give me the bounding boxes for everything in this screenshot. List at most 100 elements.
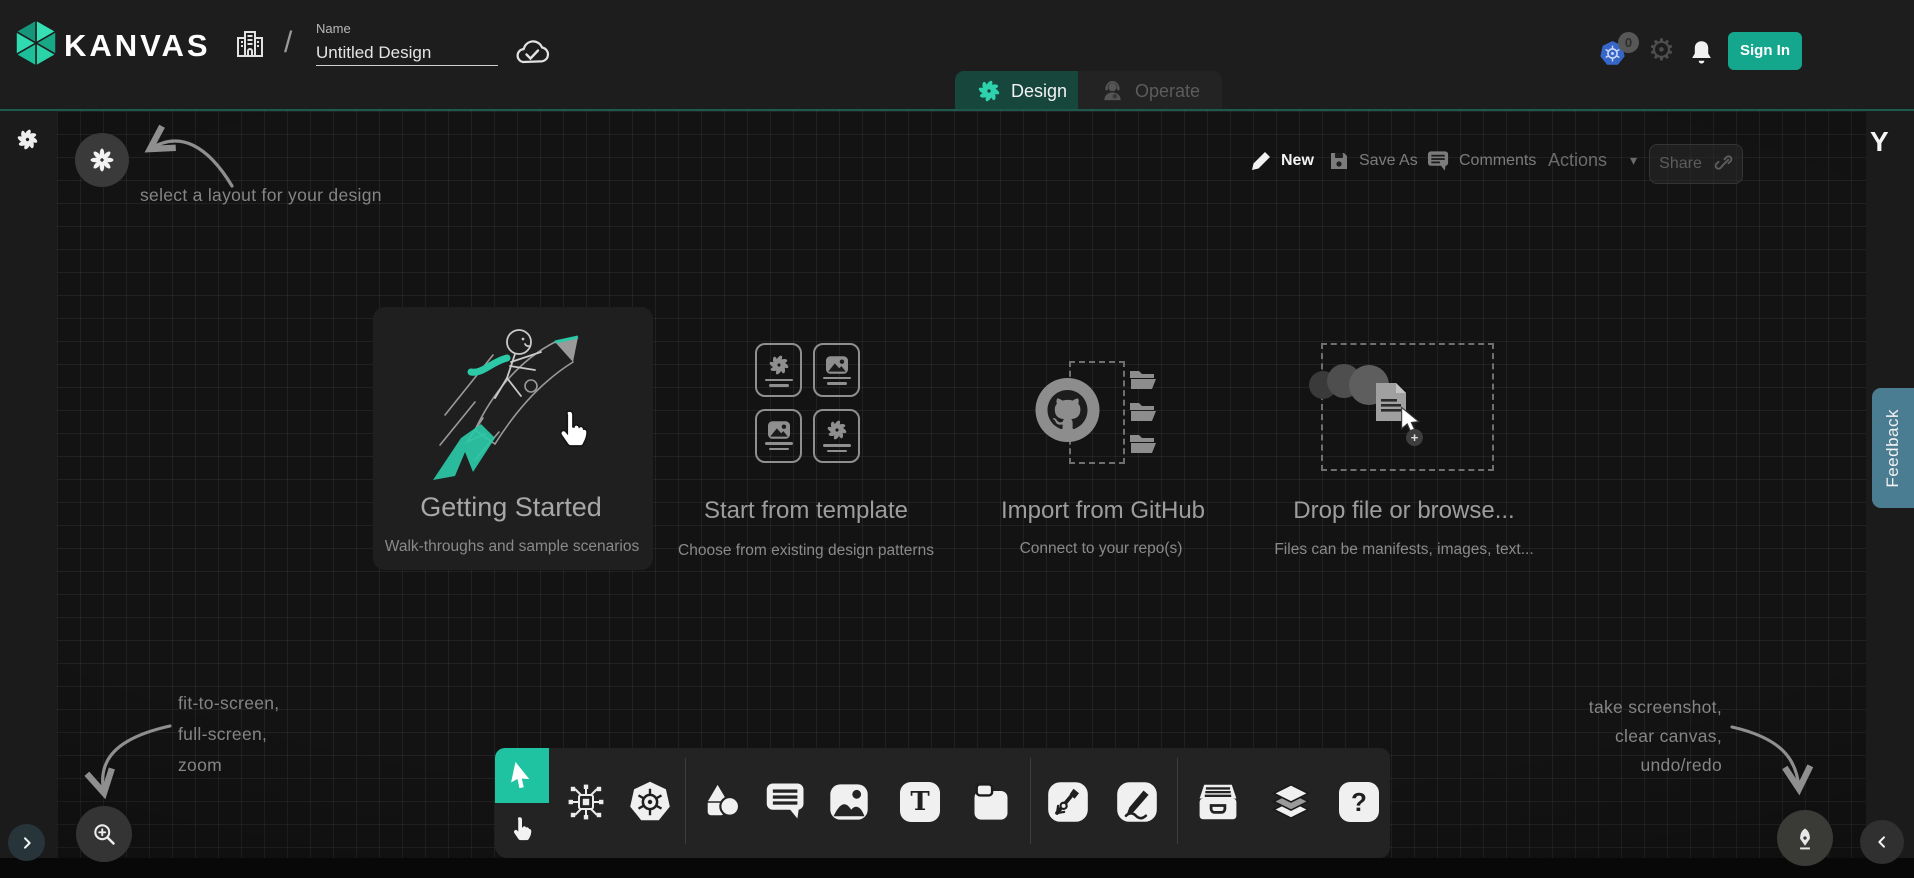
toolbar-divider — [1177, 758, 1178, 844]
ui-frame-tool[interactable] — [969, 780, 1013, 824]
annotation-layout: select a layout for your design — [140, 185, 382, 206]
hand-cursor — [552, 406, 594, 458]
card-subtitle-drop-file: Files can be manifests, images, text... — [1274, 541, 1533, 559]
kubernetes-wheel-icon — [628, 780, 672, 824]
brand-wordmark: KANVAS — [64, 28, 211, 64]
drawer-icon — [1195, 780, 1241, 824]
card-start-from-template[interactable] — [755, 343, 860, 463]
repo-folder-icon — [1127, 366, 1160, 390]
card-subtitle-github: Connect to your repo(s) — [1020, 540, 1183, 558]
card-subtitle-getting-started: Walk-throughs and sample scenarios — [385, 538, 639, 556]
new-button[interactable]: New — [1250, 150, 1314, 172]
pan-tool[interactable] — [495, 803, 549, 858]
breadcrumb-separator: / — [284, 26, 292, 60]
design-name-input[interactable] — [316, 41, 498, 66]
kubernetes-tool[interactable] — [628, 780, 672, 824]
annotation-edit-controls: take screenshot, clear canvas, undo/redo — [1500, 693, 1722, 780]
magnifier-plus-icon — [91, 821, 117, 847]
settings-gear-icon[interactable]: ⚙ — [1648, 36, 1675, 66]
share-button[interactable]: Share — [1649, 144, 1743, 184]
sketch-pencil-icon — [1115, 780, 1159, 824]
repo-folder-icon — [1127, 430, 1160, 454]
screenshot-actions-button[interactable] — [1777, 810, 1833, 866]
operate-tab-headset-icon — [1100, 79, 1125, 104]
pen-tool[interactable] — [1046, 780, 1090, 824]
help-glyph: ? — [1351, 787, 1367, 818]
add-file-plus-badge: + — [1406, 429, 1423, 446]
shapes-tool[interactable] — [700, 780, 744, 824]
image-icon — [827, 780, 871, 824]
toolbar-divider — [1030, 758, 1031, 844]
template-tile — [755, 409, 802, 463]
chevron-down-icon: ▾ — [1630, 152, 1637, 169]
share-link-icon — [1714, 155, 1733, 174]
app-header: KANVAS / Name 0 ⚙ — [0, 0, 1914, 109]
feedback-tab[interactable]: Feedback — [1872, 388, 1914, 508]
select-tool[interactable] — [495, 748, 549, 803]
left-rail — [0, 111, 57, 858]
actions-dropdown[interactable]: Actions ▾ — [1548, 150, 1637, 171]
sign-in-button[interactable]: Sign In — [1728, 32, 1802, 70]
template-spiral-icon — [826, 419, 848, 441]
help-tool[interactable]: ? — [1339, 782, 1379, 822]
design-name-label: Name — [316, 21, 351, 36]
sidebar-spiral-icon[interactable] — [16, 128, 39, 151]
chevron-right-icon — [19, 835, 35, 851]
template-image-icon — [768, 421, 790, 439]
template-image-icon — [826, 356, 848, 374]
rocket-illustration — [415, 320, 600, 485]
layout-flower-icon — [89, 147, 115, 173]
pen-tool-icon — [1046, 780, 1090, 824]
relationship-tool[interactable] — [565, 781, 607, 823]
text-tool[interactable]: T — [900, 782, 940, 822]
layout-picker-button[interactable] — [75, 133, 129, 187]
expand-left-rail-button[interactable] — [8, 824, 45, 861]
comment-tool[interactable] — [765, 781, 807, 821]
template-spiral-icon — [768, 354, 790, 376]
comment-bubble-icon — [765, 781, 807, 821]
new-pencil-icon — [1250, 150, 1272, 172]
kanvas-app: KANVAS / Name 0 ⚙ — [0, 0, 1914, 878]
comments-icon — [1427, 150, 1450, 172]
sketch-tool[interactable] — [1115, 780, 1159, 824]
save-as-button[interactable]: Save As — [1328, 150, 1418, 172]
collapse-right-rail-button[interactable] — [1860, 820, 1904, 864]
card-title-template: Start from template — [704, 497, 908, 525]
kanvas-logo-icon — [11, 17, 61, 69]
image-tool[interactable] — [827, 780, 871, 824]
card-title-drop-file: Drop file or browse... — [1293, 497, 1514, 525]
ui-frame-icon — [969, 780, 1013, 824]
pen-nib-icon — [1791, 823, 1819, 853]
design-tab-spiral-icon — [977, 79, 1001, 103]
card-title-github: Import from GitHub — [1001, 497, 1205, 525]
comments-button[interactable]: Comments — [1427, 150, 1536, 172]
template-tile — [755, 343, 802, 397]
feedback-label: Feedback — [1883, 409, 1903, 488]
card-title-getting-started: Getting Started — [420, 492, 602, 523]
zoom-in-button[interactable] — [76, 806, 132, 862]
chevron-left-icon — [1874, 834, 1890, 850]
layers-tool[interactable] — [1268, 780, 1314, 824]
design-tab-label: Design — [1011, 81, 1067, 102]
operate-tab-label: Operate — [1135, 81, 1200, 102]
layers-icon — [1268, 780, 1314, 824]
template-tile — [813, 409, 860, 463]
annotation-view-controls: fit-to-screen, full-screen, zoom — [178, 688, 279, 781]
text-tool-glyph: T — [910, 787, 929, 817]
select-arrow-icon — [506, 759, 537, 792]
kubernetes-count-badge: 0 — [1618, 32, 1639, 53]
toolbar-divider — [685, 758, 686, 844]
notifications-bell-icon[interactable] — [1688, 39, 1715, 68]
shapes-icon — [700, 780, 744, 824]
card-subtitle-template: Choose from existing design patterns — [678, 542, 934, 560]
repo-folder-icon — [1127, 398, 1160, 422]
organization-building-icon[interactable] — [232, 26, 268, 62]
template-tile — [813, 343, 860, 397]
save-floppy-icon — [1328, 150, 1350, 172]
tab-design[interactable]: Design — [955, 71, 1089, 111]
tab-operate[interactable]: Operate — [1078, 71, 1222, 111]
status-bar — [0, 858, 1914, 878]
drawer-tool[interactable] — [1195, 780, 1241, 824]
y-logo[interactable]: Y — [1870, 126, 1889, 158]
cloud-saved-icon — [512, 36, 552, 68]
